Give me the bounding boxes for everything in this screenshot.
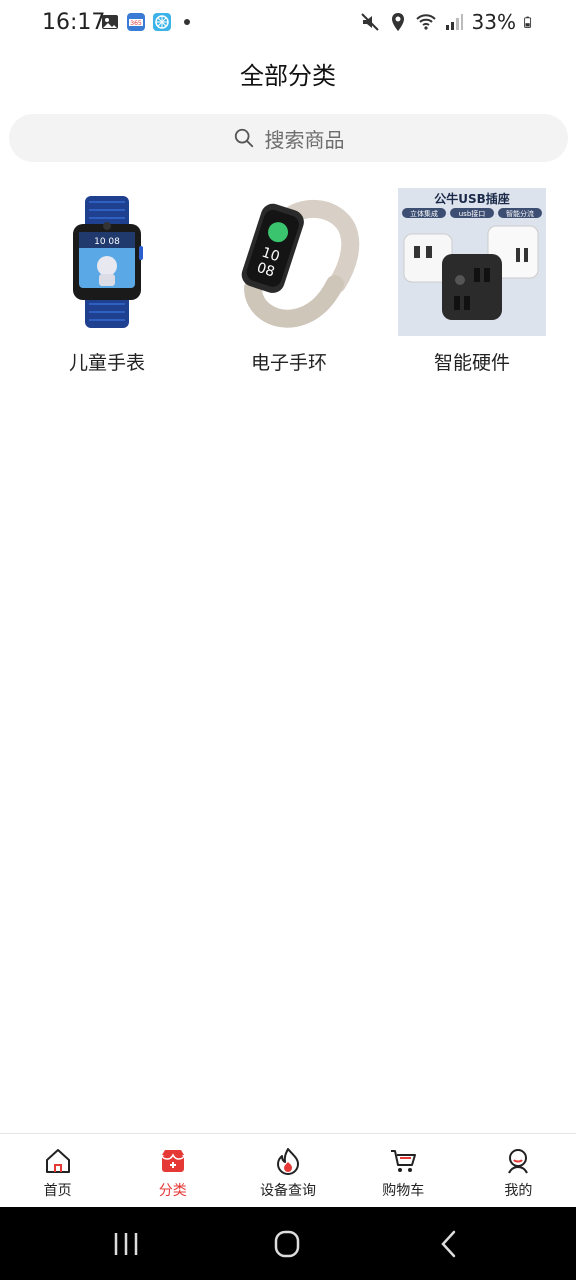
tab-profile[interactable]: 我的: [461, 1134, 576, 1208]
category-label: 儿童手表: [68, 352, 145, 374]
plug-image-title: 公牛USB插座: [434, 191, 510, 206]
cart-icon: [391, 1150, 417, 1172]
category-label: 电子手环: [250, 352, 327, 374]
search-input[interactable]: 搜索商品: [9, 114, 568, 162]
signal-icon: [445, 14, 463, 30]
gallery-icon: [102, 15, 118, 29]
search-placeholder: 搜索商品: [264, 127, 345, 152]
status-left-icons: 365: [100, 12, 190, 32]
smart-band-image: 10 08: [215, 188, 363, 336]
category-item-smart-hardware[interactable]: 公牛USB插座 立体集成 usb接口 智能分流 智能硬件: [392, 188, 552, 375]
battery-icon: [524, 16, 532, 28]
bottom-tab-bar: 首页 分类 设备查询 购物车 我的: [0, 1133, 576, 1208]
location-icon: [391, 13, 404, 31]
tab-label: 购物车: [382, 1183, 425, 1199]
page-title: 全部分类: [240, 62, 336, 90]
shop-icon: [161, 1150, 185, 1172]
system-nav-bar: [0, 1207, 576, 1280]
search-icon: [234, 128, 253, 148]
back-icon[interactable]: [430, 1227, 470, 1261]
category-label: 智能硬件: [433, 352, 510, 374]
flame-icon: [277, 1148, 299, 1175]
plug-image-tag: 智能分流: [506, 209, 534, 218]
tab-category[interactable]: 分类: [115, 1134, 230, 1208]
tab-cart[interactable]: 购物车: [346, 1134, 461, 1208]
category-item-kids-watch[interactable]: 10 08 儿童手表: [27, 188, 187, 375]
status-bar: 16:17 365 33%: [0, 0, 576, 46]
home-nav-icon[interactable]: [267, 1227, 307, 1261]
home-icon: [45, 1149, 70, 1173]
app-365-icon: 365: [127, 13, 145, 31]
tab-label: 设备查询: [260, 1183, 316, 1199]
status-right-icons: 33%: [360, 10, 536, 34]
svg-text:10 08: 10 08: [94, 237, 120, 247]
status-time: 16:17: [42, 10, 106, 35]
plug-image-tag: usb接口: [459, 209, 486, 218]
notification-dot: [184, 19, 190, 25]
category-item-smart-band[interactable]: 10 08 电子手环: [209, 188, 369, 375]
kids-watch-image: 10 08: [33, 188, 181, 336]
wifi-icon: [415, 14, 436, 30]
tab-label: 分类: [158, 1183, 187, 1199]
tab-label: 我的: [504, 1183, 533, 1199]
recents-icon[interactable]: [106, 1227, 146, 1261]
battery-percent: 33%: [471, 10, 516, 34]
tab-label: 首页: [43, 1183, 72, 1199]
tab-home[interactable]: 首页: [0, 1134, 115, 1208]
plug-image-tag: 立体集成: [410, 209, 438, 218]
tab-device-query[interactable]: 设备查询: [230, 1134, 345, 1208]
app-snow-icon: [153, 13, 171, 31]
mute-icon: [360, 13, 379, 31]
smart-plug-image: 公牛USB插座 立体集成 usb接口 智能分流: [398, 188, 546, 336]
profile-icon: [508, 1149, 529, 1174]
svg-text:365: 365: [130, 20, 142, 27]
